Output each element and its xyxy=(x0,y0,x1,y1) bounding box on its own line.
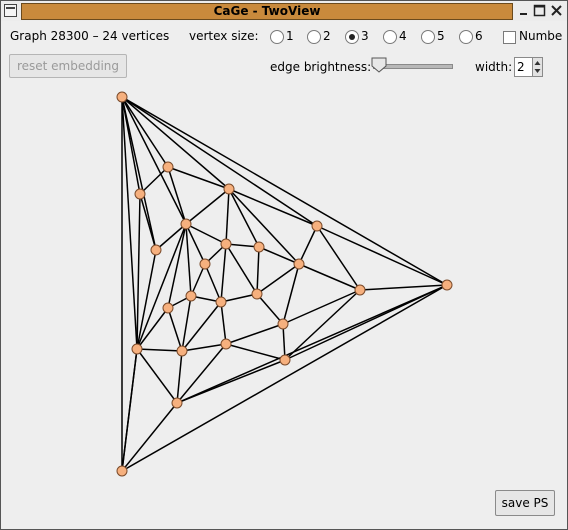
graph-edge xyxy=(228,188,260,248)
graph-edge xyxy=(181,343,227,352)
graph-canvas xyxy=(116,91,453,477)
save-ps-button[interactable]: save PS xyxy=(495,490,555,516)
graph-edge xyxy=(136,193,141,350)
graph-edge xyxy=(204,263,222,303)
graph-vertex[interactable] xyxy=(215,296,227,308)
graph-vertex[interactable] xyxy=(134,188,146,200)
graph-vertex[interactable] xyxy=(354,284,366,296)
graph-edge xyxy=(121,96,230,190)
graph-vertex[interactable] xyxy=(311,220,323,232)
graph-edge xyxy=(298,225,318,265)
graph-edge xyxy=(256,246,260,295)
graph-vertex[interactable] xyxy=(293,258,305,270)
graph-edges xyxy=(121,96,448,472)
graph-edge xyxy=(121,402,178,472)
graph-vertex[interactable] xyxy=(251,288,263,300)
graph-vertex[interactable] xyxy=(185,290,197,302)
graph-edge xyxy=(258,246,300,265)
graph-vertex[interactable] xyxy=(220,238,232,250)
graph-edge xyxy=(225,343,286,361)
graph-vertex[interactable] xyxy=(180,218,192,230)
graph-vertex[interactable] xyxy=(116,465,128,477)
graph-vertex[interactable] xyxy=(253,241,265,253)
graph-edge xyxy=(121,96,318,227)
graph-vertex[interactable] xyxy=(176,345,188,357)
graph-edge xyxy=(136,348,183,352)
graph-edge xyxy=(181,295,192,352)
graph-edge xyxy=(136,348,178,404)
graph-edge xyxy=(256,293,284,325)
graph-edge xyxy=(185,188,230,225)
graph-vertex[interactable] xyxy=(162,302,174,314)
graph-vertex[interactable] xyxy=(131,343,143,355)
graph-edge xyxy=(225,323,284,345)
graph-edge xyxy=(284,289,361,361)
graph-edge xyxy=(121,284,448,472)
graph-edge xyxy=(185,223,192,297)
graph-vertex[interactable] xyxy=(277,318,289,330)
graph-vertex[interactable] xyxy=(171,397,183,409)
graph-edge xyxy=(121,348,138,472)
graph-vertex[interactable] xyxy=(220,338,232,350)
graph-vertex[interactable] xyxy=(441,279,453,291)
graph-edge xyxy=(167,307,183,352)
graph-edge xyxy=(136,223,187,350)
graph-edge xyxy=(121,96,448,286)
graph-vertex[interactable] xyxy=(223,183,235,195)
graph-edge xyxy=(228,188,318,227)
graph-vertex[interactable] xyxy=(279,354,291,366)
graph-edge xyxy=(136,249,157,350)
graph-edge xyxy=(176,350,183,404)
graph-edge xyxy=(139,193,157,251)
graph-edge xyxy=(167,166,230,190)
graph-edge xyxy=(220,301,227,345)
graph-vertices xyxy=(116,91,453,477)
graph-vertex[interactable] xyxy=(199,258,211,270)
graph-edge xyxy=(185,223,227,245)
graph-edge xyxy=(220,243,227,303)
graph-vertex[interactable] xyxy=(162,161,174,173)
graph-edge xyxy=(282,289,361,325)
graph-edge xyxy=(167,166,187,225)
graph-edge xyxy=(228,188,300,265)
cage-window: CaGe - TwoView Graph 28300 – 24 vertices… xyxy=(0,0,568,530)
graph-edge xyxy=(225,188,230,245)
graph-edge xyxy=(181,301,222,352)
graph-vertex[interactable] xyxy=(150,244,162,256)
graph-edge xyxy=(220,293,258,303)
graph-edge xyxy=(225,243,258,295)
graph-edge xyxy=(359,284,448,291)
graph-vertex[interactable] xyxy=(116,91,128,103)
